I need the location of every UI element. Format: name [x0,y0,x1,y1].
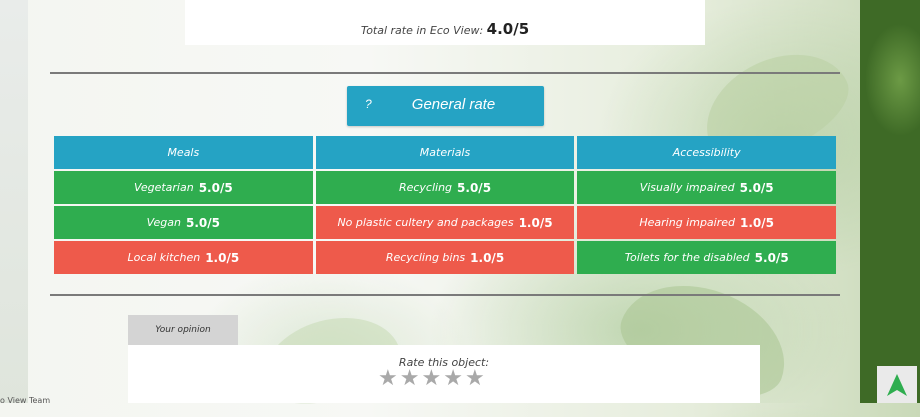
total-rate-text: Total rate in Eco View: 4.0/5 [185,20,705,38]
category-column-meals: Meals Vegetarian 5.0/5 Vegan 5.0/5 Local k… [54,136,313,274]
arrow-up-icon [887,373,907,396]
rating-cell: Hearing impaired 1.0/5 [577,206,837,239]
star-icon[interactable]: ★ [465,368,485,390]
rating-cell: No plastic cultery and packages 1.0/5 [315,206,575,239]
rating-label: Hearing impaired [639,216,735,229]
rating-value: 1.0/5 [518,215,553,230]
rating-label: Vegan [146,216,181,229]
rating-label: Visually impaired [639,181,735,194]
rating-label: Toilets for the disabled [624,251,750,264]
background-left-strip [0,0,28,403]
rating-cell: Recycling 5.0/5 [315,171,575,204]
divider-top [50,72,840,74]
rating-label: Recycling bins [385,251,466,264]
footer-team-text: o View Team [0,396,51,405]
rating-cell: Local kitchen 1.0/5 [54,241,313,274]
category-column-accessibility: Accessibility Visually impaired 5.0/5 Hea… [577,136,837,274]
rating-cell: Vegetarian 5.0/5 [54,171,313,204]
category-header: Meals [54,136,313,169]
star-rating: ★ ★ ★ ★ ★ [378,368,485,390]
divider-bottom [50,294,840,296]
star-icon[interactable]: ★ [443,368,463,390]
total-rate-label: Total rate in Eco View: [360,24,484,37]
opinion-card: Rate this object: ★ ★ ★ ★ ★ [128,345,760,403]
rating-cell: Toilets for the disabled 5.0/5 [577,241,837,274]
star-icon[interactable]: ★ [378,368,398,390]
rating-cell: Vegan 5.0/5 [54,206,313,239]
category-header: Materials [315,136,575,169]
star-icon[interactable]: ★ [400,368,420,390]
rating-label: Vegetarian [133,181,194,194]
scroll-to-top-button[interactable] [877,366,917,403]
total-rate-value: 4.0/5 [486,20,530,38]
rating-value: 5.0/5 [754,250,789,265]
rating-cell: Visually impaired 5.0/5 [577,171,837,204]
star-icon[interactable]: ★ [421,368,441,390]
rating-value: 5.0/5 [198,180,233,195]
rating-value: 5.0/5 [739,180,774,195]
general-rate-label: General rate [411,96,496,113]
rating-label: Local kitchen [127,251,201,264]
general-rate-button[interactable]: ? General rate [347,86,544,126]
background-plant-image [860,0,920,403]
tab-your-opinion[interactable]: Your opinion [128,315,238,345]
rating-label: No plastic cultery and packages [337,216,514,229]
rating-label: Recycling [398,181,453,194]
rating-value: 1.0/5 [205,250,240,265]
total-rate-card: Total rate in Eco View: 4.0/5 [185,0,705,45]
category-column-materials: Materials Recycling 5.0/5 No plastic cult… [315,136,575,274]
rating-value: 5.0/5 [186,215,220,230]
rating-value: 5.0/5 [457,180,492,195]
rating-table: Meals Vegetarian 5.0/5 Vegan 5.0/5 Local k… [54,136,837,274]
rating-value: 1.0/5 [740,215,774,230]
rating-cell: Recycling bins 1.0/5 [315,241,575,274]
category-header: Accessibility [577,136,837,169]
rating-value: 1.0/5 [470,250,505,265]
